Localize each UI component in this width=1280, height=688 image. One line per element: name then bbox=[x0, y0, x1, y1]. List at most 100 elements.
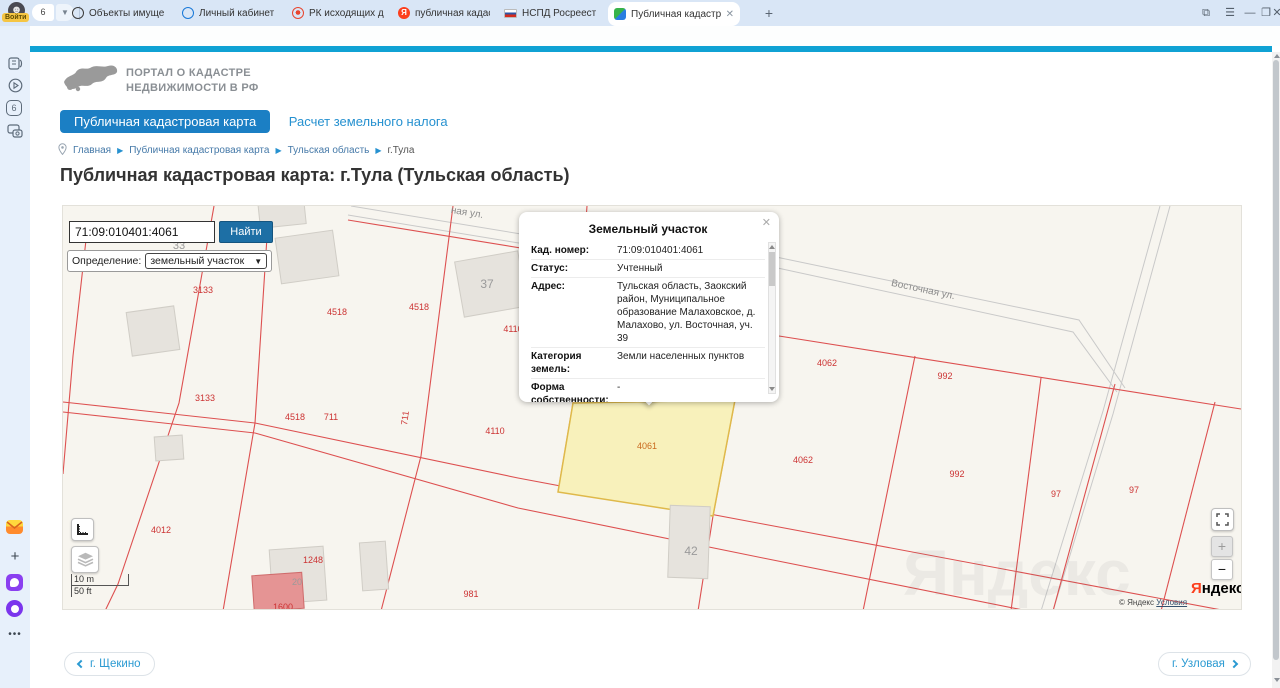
scrollbar-thumb[interactable] bbox=[1273, 60, 1279, 660]
filter-label: Определение: bbox=[72, 255, 142, 267]
browser-sidebar: 6 + ••• bbox=[0, 26, 30, 688]
map-label: 97 bbox=[1128, 485, 1140, 495]
play-circle-icon[interactable] bbox=[6, 78, 24, 96]
object-type-filter: Определение: земельный участок ▼ bbox=[67, 250, 273, 272]
zoom-out-button[interactable]: − bbox=[1211, 559, 1233, 580]
alice-icon[interactable] bbox=[6, 600, 23, 617]
popup-title: Земельный участок bbox=[588, 222, 708, 236]
panels-icon[interactable]: ⧉ bbox=[1198, 5, 1214, 21]
account-icon bbox=[182, 7, 194, 19]
map-label: 4110 bbox=[485, 426, 505, 436]
scroll-up-icon[interactable] bbox=[1274, 54, 1280, 58]
yandex-messenger-icon[interactable] bbox=[6, 574, 23, 591]
page-title: Публичная кадастровая карта: г.Тула (Тул… bbox=[60, 165, 570, 185]
map-label: 992 bbox=[937, 371, 953, 381]
nav-tab-land-tax[interactable]: Расчет земельного налога bbox=[275, 110, 462, 133]
sidebar-add-icon[interactable]: + bbox=[6, 548, 24, 566]
chevron-left-icon bbox=[76, 659, 86, 669]
map-label: 711 bbox=[399, 410, 411, 426]
map-label: 1600 bbox=[272, 602, 294, 610]
map-label: 4012 bbox=[150, 525, 172, 535]
map-label: 37 bbox=[480, 277, 494, 291]
close-window-button[interactable]: ✕ bbox=[1272, 5, 1280, 21]
map-label: 4518 bbox=[326, 307, 348, 317]
map-scale-control: 10 m 50 ft bbox=[71, 574, 145, 597]
popup-scroll-thumb[interactable] bbox=[769, 252, 775, 286]
site-nav: Публичная кадастровая карта Расчет земел… bbox=[60, 110, 462, 134]
popup-close-icon[interactable]: ✕ bbox=[762, 216, 771, 229]
scale-imperial: 50 ft bbox=[71, 586, 145, 597]
docs-icon bbox=[292, 7, 304, 19]
popup-row: Форма собственности: - bbox=[531, 378, 765, 402]
scale-metric: 10 m bbox=[71, 574, 129, 586]
breadcrumb-home[interactable]: Главная bbox=[73, 145, 111, 156]
measure-ruler-button[interactable] bbox=[71, 518, 94, 541]
next-city-button[interactable]: г. Узловая bbox=[1158, 652, 1251, 676]
breadcrumb-map[interactable]: Публичная кадастровая карта bbox=[129, 145, 269, 156]
tabs-count-icon[interactable]: 6 bbox=[6, 100, 22, 116]
fullscreen-button[interactable] bbox=[1211, 508, 1234, 531]
search-button[interactable]: Найти bbox=[219, 221, 273, 243]
screenshot-tool-icon[interactable] bbox=[6, 124, 24, 142]
map-label: 97 bbox=[1050, 489, 1062, 499]
new-tab-button[interactable]: + bbox=[760, 4, 778, 22]
cadastre-search-input[interactable] bbox=[69, 221, 215, 243]
close-tab-icon[interactable]: ✕ bbox=[726, 9, 734, 20]
browser-tab-1[interactable]: Объекты имущества - Ф bbox=[66, 0, 170, 26]
minimize-button[interactable]: — bbox=[1242, 5, 1258, 21]
popup-scrollbar[interactable] bbox=[768, 242, 776, 394]
map-attribution: © Яндекс Условия использования bbox=[1119, 598, 1241, 609]
selected-parcel-4061 bbox=[557, 399, 736, 517]
tab-count[interactable]: 6 bbox=[32, 4, 54, 21]
map-canvas[interactable]: Яндекс 33 3133 4518 4518 37 4110 3133 4518 711 71… bbox=[62, 205, 1242, 610]
site-logo-text[interactable]: ПОРТАЛ О КАДАСТРЕ НЕДВИЖИМОСТИ В РФ bbox=[126, 66, 259, 96]
popup-row: Статус: Учтенный bbox=[531, 259, 765, 277]
yandex-mail-icon[interactable] bbox=[6, 520, 23, 534]
notes-icon[interactable] bbox=[6, 56, 24, 74]
map-watermark: Яндекс bbox=[903, 537, 1131, 609]
map-label: 20 bbox=[291, 577, 303, 587]
login-badge[interactable]: Войти bbox=[2, 13, 30, 22]
breadcrumb-city: г.Тула bbox=[387, 145, 415, 156]
layers-button[interactable] bbox=[71, 546, 99, 573]
map-label: 4518 bbox=[408, 302, 430, 312]
browser-tab-3[interactable]: РК исходящих документ bbox=[286, 0, 390, 26]
chevron-right-icon bbox=[1229, 659, 1239, 669]
map-label: 4518 bbox=[284, 412, 306, 422]
browser-tab-4[interactable]: Я публичная кадастрова bbox=[392, 0, 496, 26]
nav-tab-cadastre-map[interactable]: Публичная кадастровая карта bbox=[60, 110, 271, 133]
browser-tab-active[interactable]: Публичная кадастров ✕ bbox=[608, 2, 740, 26]
copyright-text: © Яндекс bbox=[1119, 598, 1155, 607]
page-scrollbar[interactable] bbox=[1272, 52, 1280, 688]
scroll-down-icon[interactable] bbox=[1274, 678, 1280, 682]
ruler-icon bbox=[77, 524, 88, 535]
menu-icon[interactable]: ☰ bbox=[1222, 5, 1238, 21]
address-bar: ← Я ik2map.roscadastres.com Публичная ка… bbox=[0, 26, 1280, 71]
map-label: 3133 bbox=[194, 393, 216, 403]
yandex-logo[interactable]: Яндекс bbox=[1191, 580, 1241, 597]
map-label: 711 bbox=[323, 412, 339, 422]
breadcrumb: Главная ▶ Публичная кадастровая карта ▶ … bbox=[58, 143, 414, 158]
zoom-controls: + − bbox=[1211, 536, 1233, 580]
browser-tab-2[interactable]: Личный кабинет bbox=[176, 0, 280, 26]
prev-city-button[interactable]: г. Щекино bbox=[64, 652, 155, 676]
popup-row: Кад. номер: 71:09:010401:4061 bbox=[531, 245, 704, 256]
map-label: 4061 bbox=[636, 441, 658, 451]
breadcrumb-region[interactable]: Тульская область bbox=[288, 145, 370, 156]
map-label: 981 bbox=[463, 589, 479, 599]
zoom-in-button[interactable]: + bbox=[1211, 536, 1233, 557]
popup-row: Адрес: Тульская область, Заокский район, … bbox=[531, 277, 765, 347]
scroll-down-icon[interactable] bbox=[769, 387, 775, 391]
scroll-up-icon[interactable] bbox=[769, 245, 775, 249]
layers-icon bbox=[77, 552, 93, 567]
breadcrumb-separator: ▶ bbox=[375, 146, 382, 155]
map-label: 42 bbox=[684, 544, 698, 558]
browser-tab-5[interactable]: НСПД Росреестр. NSPD bbox=[498, 0, 602, 26]
map-label: 4062 bbox=[792, 455, 814, 465]
map-label: 1248 bbox=[302, 555, 324, 565]
fullscreen-icon bbox=[1216, 513, 1229, 526]
object-type-select[interactable]: земельный участок ▼ bbox=[145, 253, 268, 269]
page-content: ПОРТАЛ О КАДАСТРЕ НЕДВИЖИМОСТИ В РФ Публ… bbox=[30, 52, 1272, 688]
site-logo-russia-map[interactable] bbox=[62, 60, 120, 103]
sidebar-more-icon[interactable]: ••• bbox=[6, 626, 24, 644]
